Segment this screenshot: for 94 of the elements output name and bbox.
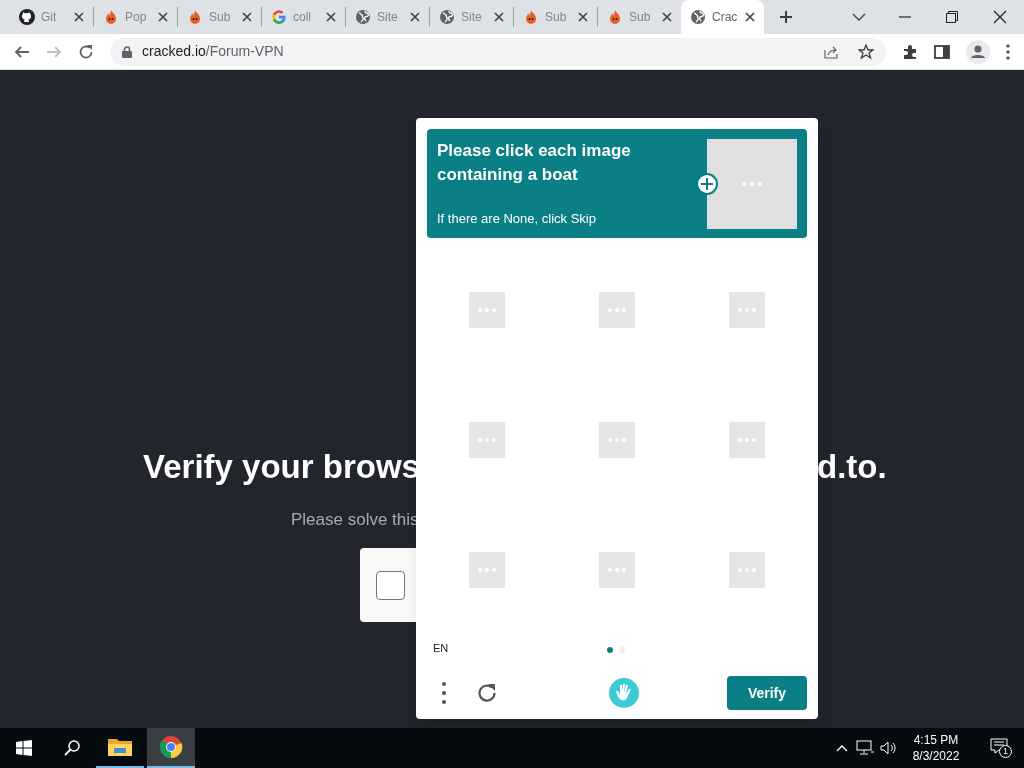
- tab-title: coll: [293, 9, 312, 26]
- tab-title: Sub: [629, 9, 652, 26]
- checkbox[interactable]: [376, 570, 405, 600]
- page-heading: Verify your brows: [143, 447, 420, 487]
- flame-icon: [103, 9, 119, 25]
- chevron-down-icon[interactable]: [852, 13, 866, 21]
- reload-icon[interactable]: [78, 43, 94, 60]
- notification-badge: 1: [999, 745, 1012, 758]
- new-tab-icon[interactable]: [779, 10, 793, 24]
- flame-icon: [187, 9, 203, 25]
- flame-icon: [607, 9, 623, 25]
- image-tile[interactable]: [599, 292, 635, 328]
- loading-dots-icon: [736, 567, 758, 573]
- network-icon[interactable]: [856, 740, 874, 756]
- lock-icon: [122, 45, 132, 58]
- close-icon[interactable]: [578, 12, 588, 22]
- image-tile[interactable]: [469, 552, 505, 588]
- globe-icon: [439, 9, 455, 25]
- hint-text: If there are None, click Skip: [437, 209, 597, 228]
- notification-button[interactable]: 1: [990, 738, 1012, 758]
- profile-icon[interactable]: [966, 39, 990, 64]
- chat-icon: [990, 738, 1008, 754]
- globe-icon: [690, 9, 706, 25]
- windows-start-icon[interactable]: [16, 740, 32, 756]
- tab-title: Site: [461, 9, 483, 26]
- image-tile[interactable]: [599, 422, 635, 458]
- browser-tab[interactable]: Site: [346, 0, 429, 34]
- loading-dots-icon: [476, 437, 498, 443]
- browser-tab[interactable]: coll: [262, 0, 345, 34]
- image-tile[interactable]: [469, 422, 505, 458]
- tab-title: Sub: [545, 9, 568, 26]
- loading-dots-icon: [606, 307, 628, 313]
- browser-tab[interactable]: Sub: [514, 0, 597, 34]
- loading-dots-icon: [606, 437, 628, 443]
- side-panel-icon[interactable]: [934, 43, 950, 60]
- clock[interactable]: 4:15 PM 8/3/2022: [908, 732, 964, 764]
- close-icon[interactable]: [410, 12, 420, 22]
- image-tile[interactable]: [599, 552, 635, 588]
- close-icon[interactable]: [326, 12, 336, 22]
- close-icon[interactable]: [158, 12, 168, 22]
- url-text: cracked.io/Forum-VPN: [142, 42, 284, 61]
- tab-title: Pop: [125, 9, 148, 26]
- tab-title: Site: [377, 9, 399, 26]
- loading-dots-icon: [740, 181, 764, 187]
- clock-date: 8/3/2022: [912, 748, 960, 764]
- language-selector[interactable]: EN: [433, 639, 449, 657]
- browser-tab[interactable]: Crac: [681, 0, 764, 34]
- menu-icon[interactable]: [1006, 43, 1010, 60]
- close-icon[interactable]: [993, 10, 1007, 24]
- star-icon[interactable]: [858, 43, 874, 60]
- share-icon[interactable]: [824, 44, 840, 59]
- browser-tab[interactable]: Pop: [94, 0, 177, 34]
- address-field[interactable]: cracked.io/Forum-VPN: [110, 37, 886, 66]
- loading-dots-icon: [736, 437, 758, 443]
- loading-dots-icon: [476, 307, 498, 313]
- volume-icon[interactable]: [880, 740, 898, 756]
- loading-dots-icon: [606, 567, 628, 573]
- prompt-text: Please click each image containing a boat: [437, 140, 632, 186]
- image-tile[interactable]: [729, 422, 765, 458]
- page-heading: d.to.: [817, 447, 887, 487]
- browser-tab[interactable]: Sub: [178, 0, 261, 34]
- browser-tab[interactable]: Site: [430, 0, 513, 34]
- image-tile[interactable]: [729, 292, 765, 328]
- flame-icon: [523, 9, 539, 25]
- browser-tab[interactable]: Sub: [598, 0, 681, 34]
- tab-title: Crac: [712, 9, 739, 26]
- close-icon[interactable]: [494, 12, 504, 22]
- back-icon[interactable]: [14, 43, 30, 60]
- tab-title: Git: [41, 9, 58, 26]
- folder-icon: [108, 737, 132, 757]
- clock-time: 4:15 PM: [913, 732, 959, 748]
- browser-tab[interactable]: Git: [10, 0, 93, 34]
- tab-title: Sub: [209, 9, 232, 26]
- image-tile[interactable]: [729, 552, 765, 588]
- close-icon[interactable]: [242, 12, 252, 22]
- image-tile[interactable]: [469, 292, 505, 328]
- chrome-icon: [159, 735, 183, 759]
- close-icon[interactable]: [745, 12, 755, 22]
- verify-button[interactable]: Verify: [727, 676, 807, 710]
- close-icon[interactable]: [74, 12, 84, 22]
- github-icon: [19, 9, 35, 25]
- google-icon: [271, 9, 287, 25]
- loading-dots-icon: [736, 307, 758, 313]
- zoom-plus-icon[interactable]: [696, 173, 718, 195]
- restore-icon[interactable]: [946, 11, 958, 23]
- puzzle-icon[interactable]: [902, 43, 918, 60]
- more-options-icon[interactable]: [442, 682, 446, 704]
- search-icon[interactable]: [64, 740, 80, 756]
- globe-icon: [355, 9, 371, 25]
- close-icon[interactable]: [662, 12, 672, 22]
- loading-dots-icon: [476, 567, 498, 573]
- taskbar-app[interactable]: [147, 728, 195, 768]
- chevron-up-icon[interactable]: [836, 744, 848, 752]
- refresh-icon[interactable]: [476, 682, 498, 704]
